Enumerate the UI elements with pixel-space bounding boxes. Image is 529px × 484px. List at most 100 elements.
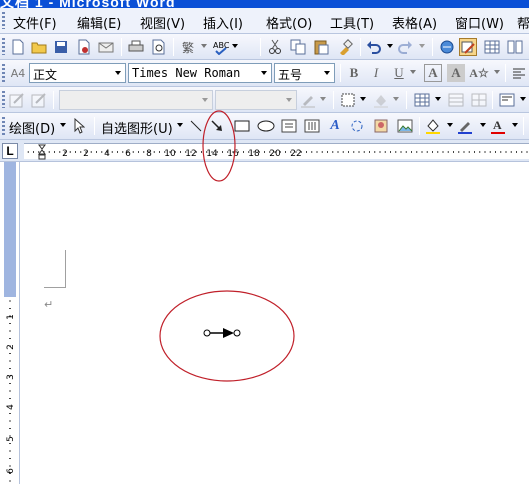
spelling-icon[interactable]: ABC bbox=[212, 38, 230, 56]
bold-icon[interactable]: B bbox=[345, 64, 363, 82]
underline-icon[interactable]: U bbox=[390, 64, 408, 82]
new-document-icon[interactable] bbox=[9, 38, 27, 56]
font-size-select[interactable]: 五号 bbox=[274, 63, 335, 83]
chevron-down-icon[interactable] bbox=[480, 123, 486, 127]
align-left-icon[interactable] bbox=[510, 64, 528, 82]
chevron-down-icon[interactable] bbox=[60, 123, 66, 127]
line-end-handle[interactable] bbox=[233, 329, 241, 337]
wordart-icon[interactable]: A bbox=[326, 117, 344, 135]
cut-icon[interactable] bbox=[266, 38, 284, 56]
traditional-chinese-icon[interactable]: 繁 bbox=[179, 38, 197, 56]
chevron-down-icon[interactable] bbox=[410, 70, 416, 74]
disabled-select-1[interactable] bbox=[59, 90, 213, 110]
chevron-down-icon[interactable] bbox=[258, 64, 271, 82]
toolbar-grip[interactable] bbox=[2, 91, 5, 108]
vertical-ruler[interactable]: 3211123456 bbox=[0, 162, 20, 484]
insert-table-icon[interactable] bbox=[413, 91, 431, 109]
hyperlink-icon[interactable] bbox=[438, 38, 456, 56]
toolbar-grip[interactable] bbox=[2, 38, 5, 55]
menu-table[interactable]: 表格(A) bbox=[392, 13, 437, 32]
borders-icon[interactable] bbox=[339, 91, 357, 109]
chevron-down-icon[interactable] bbox=[494, 70, 500, 74]
chevron-down-icon[interactable] bbox=[435, 97, 441, 101]
email-icon[interactable] bbox=[97, 38, 115, 56]
print-icon[interactable] bbox=[127, 38, 145, 56]
merge-cells-icon[interactable] bbox=[447, 91, 465, 109]
horizontal-ruler[interactable]: 2 2 4 6 8 10 12 14 16 18 20 22 bbox=[22, 143, 529, 160]
undo-icon[interactable] bbox=[365, 38, 383, 56]
clip-art-icon[interactable] bbox=[372, 117, 390, 135]
chevron-down-icon[interactable] bbox=[512, 123, 518, 127]
text-box-icon[interactable] bbox=[280, 117, 298, 135]
toolbar-grip[interactable] bbox=[2, 117, 5, 135]
columns-icon[interactable] bbox=[506, 38, 524, 56]
chevron-down-icon[interactable] bbox=[321, 64, 334, 82]
menu-format[interactable]: 格式(O) bbox=[266, 13, 312, 32]
oval-icon[interactable] bbox=[257, 117, 275, 135]
toolbar-grip[interactable] bbox=[2, 64, 5, 82]
pen-color-icon[interactable] bbox=[299, 91, 317, 109]
indent-markers[interactable] bbox=[38, 144, 46, 160]
document-page[interactable]: ↵ bbox=[21, 162, 529, 484]
line-icon[interactable] bbox=[187, 117, 205, 135]
chevron-down-icon[interactable] bbox=[520, 97, 526, 101]
disabled-select-2[interactable] bbox=[215, 90, 297, 110]
print-preview-icon[interactable] bbox=[150, 38, 168, 56]
edit-options-icon[interactable] bbox=[30, 91, 48, 109]
edit-icon[interactable] bbox=[8, 91, 26, 109]
format-painter-icon[interactable] bbox=[336, 38, 354, 56]
chevron-down-icon[interactable] bbox=[419, 44, 425, 48]
chevron-down-icon[interactable] bbox=[393, 97, 399, 101]
drawing-toggle-icon[interactable] bbox=[459, 38, 477, 56]
draw-menu-button[interactable]: 绘图(D) bbox=[9, 118, 55, 137]
chevron-down-icon[interactable] bbox=[360, 97, 366, 101]
redo-icon[interactable] bbox=[396, 38, 414, 56]
shading-color-icon[interactable] bbox=[372, 91, 390, 109]
arrow-icon[interactable] bbox=[208, 117, 226, 135]
split-cells-icon[interactable] bbox=[470, 91, 488, 109]
chevron-down-icon[interactable] bbox=[201, 44, 207, 48]
menu-insert[interactable]: 插入(I) bbox=[203, 13, 243, 32]
line-color-icon[interactable] bbox=[456, 117, 474, 135]
menu-edit[interactable]: 编辑(E) bbox=[77, 13, 121, 32]
chevron-down-icon[interactable] bbox=[232, 44, 238, 48]
font-color-icon[interactable]: A bbox=[489, 117, 507, 135]
select-objects-icon[interactable] bbox=[70, 117, 88, 135]
toolbar-grip[interactable] bbox=[2, 12, 5, 29]
chevron-down-icon[interactable] bbox=[447, 123, 453, 127]
rectangle-icon[interactable] bbox=[233, 117, 251, 135]
italic-icon[interactable]: I bbox=[367, 64, 385, 82]
character-scaling-icon[interactable]: A☆ bbox=[469, 64, 488, 82]
align-cell-icon[interactable] bbox=[498, 91, 516, 109]
chevron-down-icon[interactable] bbox=[199, 91, 212, 109]
chevron-down-icon[interactable] bbox=[112, 64, 125, 82]
character-shading-icon[interactable]: A bbox=[447, 64, 465, 82]
table-icon[interactable] bbox=[483, 38, 501, 56]
fill-color-icon[interactable] bbox=[424, 117, 442, 135]
chevron-down-icon[interactable] bbox=[177, 123, 183, 127]
chevron-down-icon[interactable] bbox=[387, 44, 393, 48]
permission-icon[interactable] bbox=[75, 38, 93, 56]
menu-view[interactable]: 视图(V) bbox=[140, 13, 185, 32]
style-select[interactable]: 正文 bbox=[29, 63, 126, 83]
character-border-icon[interactable]: A bbox=[424, 64, 442, 82]
menu-window[interactable]: 窗口(W) bbox=[455, 13, 504, 32]
copy-icon[interactable] bbox=[289, 38, 307, 56]
line-with-arrow-shape[interactable] bbox=[201, 327, 241, 339]
tab-selector[interactable]: L bbox=[2, 143, 18, 159]
save-icon[interactable] bbox=[52, 38, 70, 56]
open-folder-icon[interactable] bbox=[30, 38, 48, 56]
diagram-icon[interactable] bbox=[348, 117, 366, 135]
paste-icon[interactable] bbox=[312, 38, 330, 56]
menu-file[interactable]: 文件(F) bbox=[13, 13, 57, 32]
vertical-text-box-icon[interactable] bbox=[303, 117, 321, 135]
insert-picture-icon[interactable] bbox=[396, 117, 414, 135]
autoshapes-button[interactable]: 自选图形(U) bbox=[101, 118, 173, 137]
font-select[interactable]: Times New Roman bbox=[128, 63, 272, 83]
chevron-down-icon[interactable] bbox=[320, 97, 326, 101]
menu-tools[interactable]: 工具(T) bbox=[330, 13, 374, 32]
menu-help[interactable]: 帮 bbox=[517, 13, 529, 32]
styles-pane-icon[interactable]: A4 bbox=[9, 64, 27, 82]
chevron-down-icon[interactable] bbox=[283, 91, 296, 109]
line-start-handle[interactable] bbox=[203, 329, 211, 337]
